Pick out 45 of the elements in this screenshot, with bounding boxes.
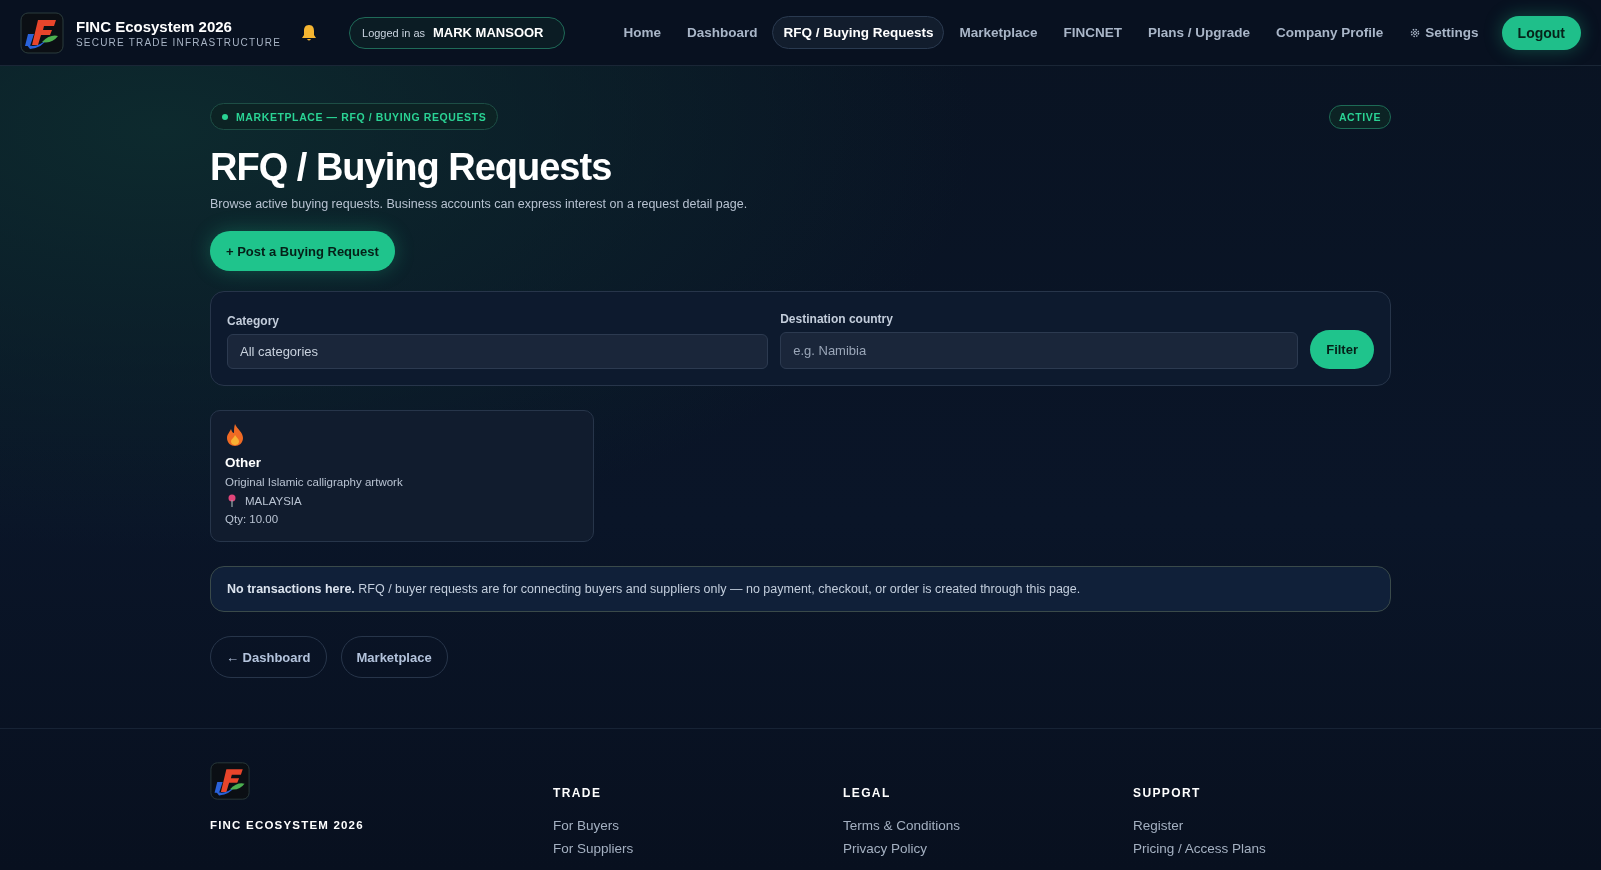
- nav-link[interactable]: Marketplace: [948, 16, 1049, 49]
- flame-icon: [225, 423, 245, 447]
- user-badge: Logged in as MARK MANSOOR: [349, 16, 565, 49]
- page-title: RFQ / Buying Requests: [210, 146, 613, 189]
- nav-link[interactable]: Dashboard: [675, 16, 769, 49]
- post-request-button[interactable]: + Post a Buying Request: [210, 231, 395, 271]
- nav-link[interactable]: Settings: [1398, 16, 1490, 49]
- bell-icon[interactable]: [299, 22, 319, 43]
- nav-link[interactable]: RFQ / Buying Requests: [772, 16, 945, 49]
- brand-subtitle: SECURE TRADE INFRASTRUCTURE: [76, 36, 281, 48]
- nav-link[interactable]: Home: [612, 16, 672, 49]
- nav-link[interactable]: Plans / Upgrade: [1137, 16, 1262, 49]
- logout-button[interactable]: Logout: [1501, 15, 1581, 50]
- footer-link[interactable]: Privacy Policy: [843, 841, 1133, 856]
- footer-heading: SUPPORT: [1133, 786, 1202, 800]
- footer-link[interactable]: For Buyers: [553, 818, 843, 833]
- logo-icon: [20, 10, 64, 55]
- status-badge: ACTIVE: [1328, 104, 1391, 129]
- nav-link[interactable]: FINCNET: [1052, 16, 1133, 49]
- nav-link[interactable]: Company Profile: [1265, 16, 1395, 49]
- filter-button[interactable]: Filter: [1310, 330, 1374, 369]
- category-select[interactable]: All categories: [227, 334, 769, 369]
- request-description: Original Islamic calligraphy artwork: [225, 476, 404, 488]
- page-subtitle: Browse active buying requests. Business accounts can express interest on a request detail page.: [210, 197, 749, 211]
- brand-title: FINC Ecosystem 2026: [76, 17, 233, 35]
- footer-link[interactable]: For Suppliers: [553, 841, 843, 856]
- request-quantity: Qty: 10.00: [225, 513, 280, 525]
- request-card[interactable]: Other Original Islamic calligraphy artwork MALAYSIA Qty: 10.00: [210, 410, 594, 542]
- destination-label: Destination country: [780, 312, 894, 326]
- footer-heading: LEGAL: [843, 786, 892, 800]
- destination-field[interactable]: e.g. Namibia: [780, 332, 1299, 369]
- logo-icon: [210, 761, 250, 801]
- notice-text: No transactions here. RFQ / buyer requests are for connecting buyers and suppliers only — no payment, checkout, or order is created through this page.: [210, 566, 1391, 612]
- pin-icon: [227, 494, 237, 507]
- footer-brand: FINC ECOSYSTEM 2026: [210, 819, 365, 831]
- breadcrumb-text: MARKETPLACE — RFQ / BUYING REQUESTS: [236, 110, 487, 123]
- footer-link[interactable]: Terms & Conditions: [843, 818, 1133, 833]
- footer-link[interactable]: Pricing / Access Plans: [1133, 841, 1391, 856]
- dot-icon: [222, 113, 228, 120]
- footer-link[interactable]: Register: [1133, 818, 1391, 833]
- footer-heading: TRADE: [553, 786, 603, 800]
- category-label: Category: [227, 314, 280, 328]
- request-category: Other: [225, 455, 262, 470]
- gear-icon: [1409, 26, 1422, 39]
- request-country: MALAYSIA: [245, 494, 302, 507]
